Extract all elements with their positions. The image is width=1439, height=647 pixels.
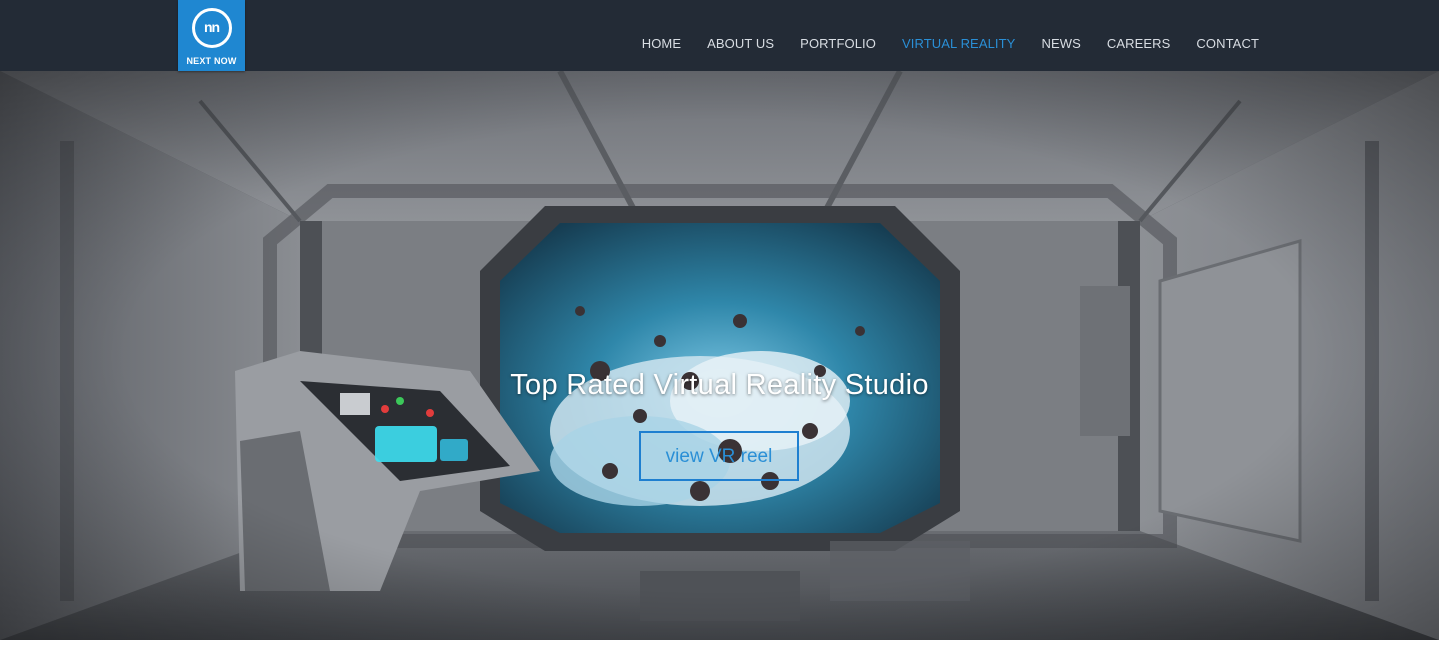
logo-monogram: nn (203, 19, 220, 35)
logo-ring-icon: nn (191, 8, 232, 48)
nav-item-careers[interactable]: CAREERS (1107, 36, 1171, 51)
site-header: nn NEXT NOW HOME ABOUT US PORTFOLIO VIRT… (0, 0, 1439, 71)
site-logo[interactable]: nn NEXT NOW (178, 0, 245, 71)
hero-section: Top Rated Virtual Reality Studio view VR… (0, 71, 1439, 640)
hero-title: Top Rated Virtual Reality Studio (510, 369, 929, 401)
nav-item-portfolio[interactable]: PORTFOLIO (800, 36, 876, 51)
nav-item-home[interactable]: HOME (642, 36, 681, 51)
nav-item-news[interactable]: NEWS (1041, 36, 1080, 51)
nav-item-about-us[interactable]: ABOUT US (707, 36, 774, 51)
nav-item-virtual-reality[interactable]: VIRTUAL REALITY (902, 36, 1015, 51)
view-vr-reel-button[interactable]: view VR reel (639, 431, 799, 481)
logo-text: NEXT NOW (186, 56, 237, 66)
main-nav: HOME ABOUT US PORTFOLIO VIRTUAL REALITY … (642, 36, 1259, 51)
hero-background-image (0, 71, 1439, 640)
nav-item-contact[interactable]: CONTACT (1196, 36, 1259, 51)
